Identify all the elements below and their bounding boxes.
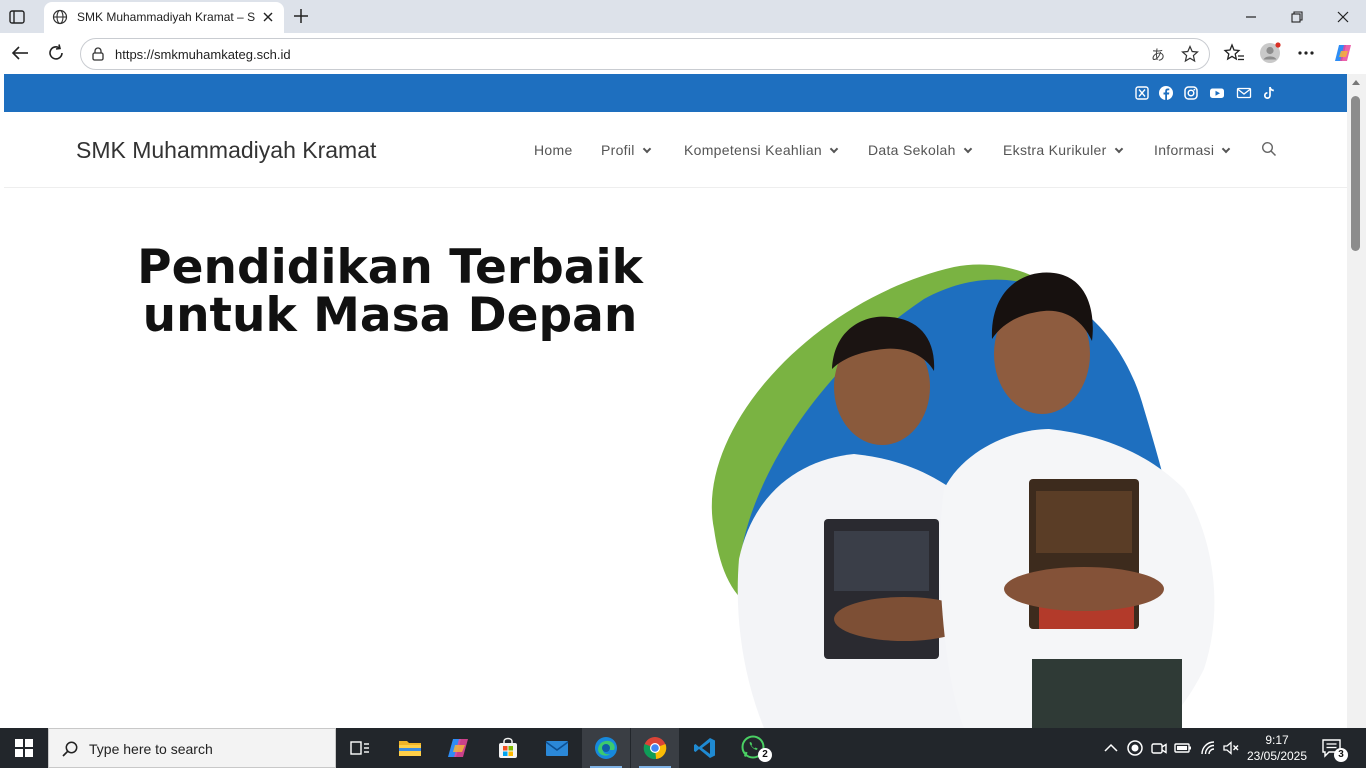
file-explorer-button[interactable] bbox=[386, 728, 434, 768]
address-bar[interactable]: https://smkmuhamkateg.sch.id あ bbox=[80, 38, 1210, 70]
favorites-icon[interactable] bbox=[1223, 42, 1245, 64]
vscode-icon bbox=[694, 738, 715, 758]
browser-toolbar: https://smkmuhamkateg.sch.id あ bbox=[0, 33, 1366, 74]
mail-icon[interactable] bbox=[1236, 85, 1252, 101]
mail-app-button[interactable] bbox=[533, 728, 581, 768]
browser-tab-strip: SMK Muhammadiyah Kramat – Se bbox=[0, 0, 1366, 33]
copilot-icon bbox=[448, 739, 468, 757]
windows-taskbar: Type here to search 2 9:17 23/05/2025 3 bbox=[0, 728, 1366, 768]
folder-icon bbox=[399, 741, 421, 756]
task-view-button[interactable] bbox=[336, 728, 384, 768]
hero-heading: Pendidikan Terbaik untuk Masa Depan bbox=[124, 244, 656, 340]
hero-heading-line-2: untuk Masa Depan bbox=[142, 288, 638, 343]
globe-icon bbox=[52, 9, 68, 25]
close-window-button[interactable] bbox=[1320, 0, 1366, 33]
scroll-up-icon[interactable] bbox=[1352, 80, 1360, 85]
battery-icon[interactable] bbox=[1174, 739, 1192, 757]
edge-icon bbox=[595, 737, 617, 759]
menu-label: Informasi bbox=[1154, 142, 1215, 158]
chevron-down-icon bbox=[1222, 144, 1231, 154]
tiktok-icon[interactable] bbox=[1261, 85, 1277, 101]
copilot-app-button[interactable] bbox=[435, 728, 483, 768]
whatsapp-button[interactable]: 2 bbox=[730, 728, 778, 768]
youtube-icon[interactable] bbox=[1209, 85, 1225, 101]
wifi-icon[interactable] bbox=[1199, 739, 1217, 757]
notification-count-badge: 3 bbox=[1334, 748, 1348, 762]
tab-actions-icon[interactable] bbox=[8, 8, 26, 26]
store-bag-icon bbox=[499, 737, 517, 758]
menu-item-profil[interactable]: Profil bbox=[601, 142, 651, 158]
profile-avatar-icon[interactable] bbox=[1259, 42, 1281, 64]
menu-item-kompetensi-keahlian[interactable]: Kompetensi Keahlian bbox=[684, 142, 839, 158]
page-scrollbar[interactable] bbox=[1347, 74, 1366, 728]
browser-tab-active[interactable]: SMK Muhammadiyah Kramat – Se bbox=[44, 2, 284, 33]
chevron-down-icon bbox=[642, 144, 651, 154]
minimize-button[interactable] bbox=[1228, 0, 1274, 33]
close-icon bbox=[1337, 11, 1349, 22]
mail-icon bbox=[545, 741, 569, 756]
copilot-icon[interactable] bbox=[1332, 42, 1354, 64]
refresh-icon[interactable] bbox=[46, 43, 66, 63]
start-button[interactable] bbox=[0, 728, 48, 768]
close-tab-icon[interactable] bbox=[260, 9, 276, 25]
web-page: SMK Muhammadiyah Kramat Home Profil Komp… bbox=[4, 74, 1347, 728]
url-text: https://smkmuhamkateg.sch.id bbox=[115, 47, 291, 62]
clock-date: 23/05/2025 bbox=[1246, 749, 1308, 763]
back-arrow-icon[interactable] bbox=[10, 43, 30, 63]
read-aloud-icon[interactable]: あ bbox=[1149, 45, 1167, 63]
hero-heading-line-1: Pendidikan Terbaik bbox=[137, 240, 643, 295]
restore-button[interactable] bbox=[1274, 0, 1320, 33]
hero-students-image bbox=[711, 264, 1215, 728]
taskbar-search-box[interactable]: Type here to search bbox=[48, 728, 336, 768]
menu-item-ekstra-kurikuler[interactable]: Ekstra Kurikuler bbox=[1003, 142, 1123, 158]
site-info-icon[interactable] bbox=[90, 46, 106, 62]
vscode-button[interactable] bbox=[681, 728, 729, 768]
menu-item-data-sekolah[interactable]: Data Sekolah bbox=[868, 142, 972, 158]
task-view-icon bbox=[350, 741, 369, 755]
search-icon[interactable] bbox=[1261, 141, 1277, 157]
minimize-icon bbox=[1246, 15, 1256, 18]
taskbar-clock[interactable]: 9:17 23/05/2025 bbox=[1244, 732, 1310, 764]
microsoft-store-button[interactable] bbox=[484, 728, 532, 768]
x-twitter-icon[interactable] bbox=[1134, 85, 1150, 101]
record-icon[interactable] bbox=[1126, 739, 1144, 757]
site-title-link[interactable]: SMK Muhammadiyah Kramat bbox=[76, 137, 376, 164]
chrome-browser-button[interactable] bbox=[631, 728, 679, 768]
restore-icon bbox=[1291, 10, 1303, 23]
scrollbar-thumb[interactable] bbox=[1351, 96, 1360, 251]
edge-browser-button[interactable] bbox=[582, 728, 630, 768]
menu-label: Home bbox=[534, 142, 573, 158]
chrome-icon bbox=[643, 737, 667, 760]
show-hidden-icons-chevron-up-icon[interactable] bbox=[1102, 739, 1120, 757]
chevron-down-icon bbox=[829, 144, 839, 154]
chevron-down-icon bbox=[1114, 144, 1123, 154]
volume-muted-icon[interactable] bbox=[1222, 739, 1240, 757]
windows-logo-icon bbox=[15, 739, 33, 757]
menu-label: Kompetensi Keahlian bbox=[684, 142, 823, 158]
site-header: SMK Muhammadiyah Kramat Home Profil Komp… bbox=[4, 112, 1347, 188]
menu-label: Data Sekolah bbox=[868, 142, 956, 158]
instagram-icon[interactable] bbox=[1183, 85, 1199, 101]
menu-label: Ekstra Kurikuler bbox=[1003, 142, 1107, 158]
social-top-bar bbox=[4, 74, 1347, 112]
chevron-down-icon bbox=[963, 144, 972, 154]
menu-item-informasi[interactable]: Informasi bbox=[1154, 142, 1231, 158]
menu-label: Profil bbox=[601, 142, 635, 158]
search-placeholder: Type here to search bbox=[89, 741, 213, 757]
clock-time: 9:17 bbox=[1265, 733, 1289, 747]
new-tab-icon[interactable] bbox=[292, 7, 310, 25]
facebook-icon[interactable] bbox=[1158, 85, 1174, 101]
tab-title: SMK Muhammadiyah Kramat – Se bbox=[77, 10, 255, 24]
menu-item-home[interactable]: Home bbox=[534, 142, 573, 158]
whatsapp-unread-badge: 2 bbox=[758, 748, 772, 762]
search-icon bbox=[62, 741, 78, 757]
favorite-star-icon[interactable] bbox=[1181, 45, 1199, 63]
meet-now-icon[interactable] bbox=[1150, 739, 1168, 757]
more-options-icon[interactable] bbox=[1295, 42, 1317, 64]
